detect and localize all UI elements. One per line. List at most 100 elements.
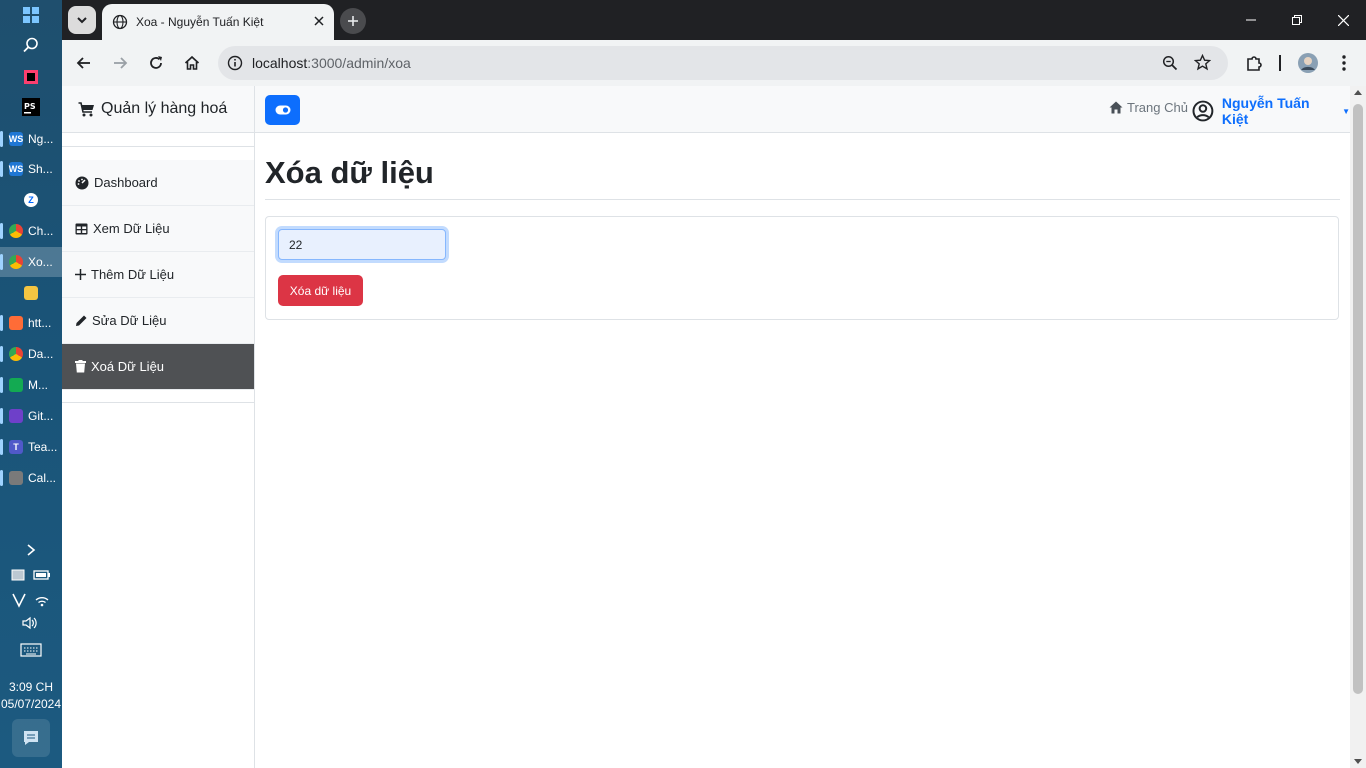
screen-icon[interactable]	[11, 568, 25, 585]
home-link-label: Trang Chủ	[1127, 100, 1188, 115]
pencil-icon	[76, 315, 87, 326]
running-indicator	[0, 254, 3, 270]
show-hidden-icons[interactable]	[0, 543, 62, 557]
tab-title: Xoa - Nguyễn Tuấn Kiệt	[136, 15, 264, 29]
scroll-down-arrow-icon[interactable]	[1354, 759, 1362, 764]
dashboard-icon	[75, 176, 89, 189]
close-tab-icon[interactable]	[314, 13, 324, 31]
jetbrains-toolbox-icon[interactable]	[0, 62, 62, 92]
user-name: Nguyễn Tuấn Kiệt	[1221, 95, 1310, 127]
taskbar-app[interactable]: M...	[0, 370, 62, 400]
caret-down-icon: ▼	[1342, 106, 1350, 116]
puzzle-icon	[1247, 56, 1262, 71]
sidebar-item-sua[interactable]: Sửa Dữ Liệu	[62, 298, 254, 344]
windows-start-icon[interactable]	[0, 0, 62, 30]
sidebar-menu: Dashboard Xem Dữ Liệu Thêm Dữ Liệu Sửa D…	[62, 146, 254, 403]
volume-icon[interactable]	[0, 616, 62, 630]
sidebar-item-them[interactable]: Thêm Dữ Liệu	[62, 252, 254, 298]
minimize-button[interactable]	[1228, 0, 1274, 40]
taskbar-app[interactable]: Git...	[0, 401, 62, 431]
taskbar-app[interactable]: Da...	[0, 339, 62, 369]
teams-icon: T	[9, 440, 23, 454]
restore-button[interactable]	[1274, 0, 1320, 40]
forward-button[interactable]	[106, 49, 134, 77]
new-tab-button[interactable]	[340, 8, 366, 34]
postman-icon	[9, 316, 23, 330]
reload-button[interactable]	[142, 49, 170, 77]
tab-strip: Xoa - Nguyễn Tuấn Kiệt	[62, 0, 1366, 40]
sidebar-item-label: Xoá Dữ Liệu	[91, 359, 165, 374]
taskbar-app[interactable]: Cal...	[0, 463, 62, 493]
taskbar-app[interactable]: Xo...	[0, 247, 62, 277]
admin-sidebar: Quản lý hàng hoá Dashboard Xem Dữ Liệu T…	[62, 86, 255, 768]
taskbar-app[interactable]: htt...	[0, 308, 62, 338]
running-indicator	[0, 161, 3, 177]
screen: PS WS Ng... WS Sh... Z Ch... Xo... htt... Da... M…	[0, 0, 1366, 768]
browser-menu-button[interactable]	[1330, 49, 1358, 77]
taskbar-app[interactable]: Ch...	[0, 216, 62, 246]
taskbar-app[interactable]: T Tea...	[0, 432, 62, 462]
sidebar-bottom	[62, 390, 254, 403]
sidebar-item-dashboard[interactable]: Dashboard	[62, 160, 254, 206]
sidebar-item-xem[interactable]: Xem Dữ Liệu	[62, 206, 254, 252]
svg-text:PS: PS	[24, 102, 36, 111]
notification-center-icon[interactable]	[12, 719, 50, 757]
taskbar-app[interactable]: Z	[0, 185, 62, 215]
home-button[interactable]	[178, 49, 206, 77]
clock-time: 3:09 CH	[8, 680, 54, 694]
taskbar-app[interactable]: WS Ng...	[0, 124, 62, 154]
zoom-icon[interactable]	[1162, 55, 1178, 76]
close-icon	[1337, 14, 1349, 26]
avatar-icon	[1298, 53, 1318, 73]
webstorm-icon: WS	[8, 162, 24, 176]
wifi-icon[interactable]	[34, 592, 50, 611]
scroll-up-arrow-icon[interactable]	[1354, 90, 1362, 95]
id-input[interactable]	[278, 229, 446, 260]
site-info-icon[interactable]	[227, 55, 243, 76]
webstorm-icon: WS	[8, 132, 24, 146]
page-scrollbar[interactable]	[1350, 86, 1366, 768]
running-indicator	[0, 346, 3, 362]
address-bar[interactable]: localhost:3000/admin/xoa	[218, 46, 1228, 80]
url-path: :3000/admin/xoa	[307, 55, 411, 71]
system-clock[interactable]: 3:09 CH 05/07/2024	[0, 679, 62, 713]
active-tab[interactable]: Xoa - Nguyễn Tuấn Kiệt	[102, 4, 334, 40]
delete-form-card: Xóa dữ liệu	[265, 216, 1339, 320]
sidebar-brand[interactable]: Quản lý hàng hoá	[62, 86, 254, 133]
home-link[interactable]: Trang Chủ	[1109, 100, 1188, 115]
vpn-icon[interactable]	[12, 592, 26, 611]
extensions-button[interactable]	[1240, 49, 1268, 77]
taskbar-app-label: Git...	[28, 409, 54, 423]
sidebar-item-xoa[interactable]: Xoá Dữ Liệu	[62, 344, 254, 390]
toolbar-divider	[1279, 55, 1281, 71]
bookmark-star-icon[interactable]	[1193, 53, 1212, 76]
battery-icon[interactable]	[33, 568, 51, 585]
running-indicator	[0, 131, 3, 147]
cart-icon	[78, 101, 94, 116]
chevron-down-icon	[77, 17, 87, 24]
user-dropdown[interactable]: Nguyễn Tuấn Kiệt ▼	[1192, 95, 1350, 127]
keyboard-icon[interactable]	[0, 643, 62, 657]
tab-search-button[interactable]	[68, 6, 96, 34]
home-icon	[184, 55, 200, 70]
profile-avatar[interactable]	[1294, 49, 1322, 77]
browser-toolbar: localhost:3000/admin/xoa	[62, 40, 1366, 86]
toggle-icon	[275, 105, 290, 115]
sidebar-toggle-button[interactable]	[265, 95, 300, 125]
phpstorm-icon[interactable]: PS	[0, 92, 62, 122]
chrome-icon	[9, 255, 23, 269]
calculator-icon	[9, 471, 23, 485]
running-indicator	[0, 408, 3, 424]
file-explorer-icon	[24, 286, 38, 300]
taskbar-app[interactable]: WS Sh...	[0, 154, 62, 184]
arrow-left-icon	[76, 57, 90, 69]
taskbar-app[interactable]	[0, 278, 62, 308]
back-button[interactable]	[70, 49, 98, 77]
delete-button[interactable]: Xóa dữ liệu	[278, 275, 363, 306]
scroll-thumb[interactable]	[1353, 104, 1363, 694]
close-window-button[interactable]	[1320, 0, 1366, 40]
zalo-icon: Z	[24, 193, 38, 207]
search-icon[interactable]	[0, 30, 62, 60]
brand-title: Quản lý hàng hoá	[101, 100, 228, 117]
